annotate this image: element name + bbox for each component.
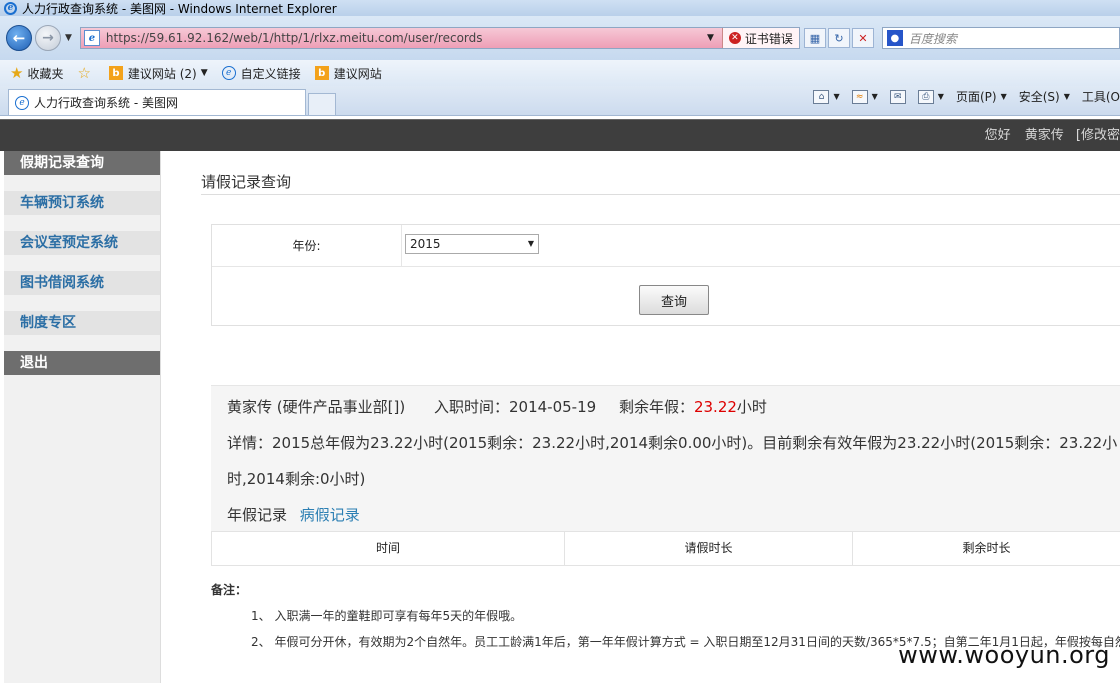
site-header: 您好 黄家传 [修改密 (0, 120, 1120, 151)
sidebar-item-logout[interactable]: 退出 (4, 351, 160, 375)
tools-menu-label: 工具(O (1081, 90, 1120, 104)
sidebar-item-vehicle-booking[interactable]: 车辆预订系统 (4, 191, 160, 215)
change-password-link[interactable]: [修改密 (1076, 128, 1120, 143)
sidebar-item-library[interactable]: 图书借阅系统 (4, 271, 160, 295)
ie-logo-icon: e (4, 1, 17, 15)
title-divider (201, 194, 1120, 195)
favorite-custom-links[interactable]: e 自定义链接 (221, 65, 301, 82)
baidu-icon: ● (886, 30, 903, 46)
hire-date-value: 2014-05-19 (508, 398, 597, 416)
home-button[interactable]: ⌂ ▼ (813, 89, 840, 104)
watermark: www.wooyun.org (898, 641, 1110, 669)
tab-title: 人力行政查询系统 - 美图网 (34, 96, 178, 110)
favorite-suggested-sites-2[interactable]: b 建议网站 (314, 65, 382, 82)
favorite-label: 建议网站 (2) (127, 66, 197, 81)
tab-bar: e 人力行政查询系统 - 美图网 ⌂ ▼ ≈ ▼ ✉ ⎙ ▼ 页面(P) ▼ 安全(S)… (0, 86, 1120, 116)
print-button[interactable]: ⎙ ▼ (917, 89, 944, 104)
url-text[interactable]: https://59.61.92.162/web/1/http/1/rlxz.m… (106, 31, 707, 45)
certificate-error-button[interactable]: ✕ 证书错误 (721, 28, 799, 48)
chevron-down-icon: ▼ (527, 239, 534, 248)
bing-icon: b (314, 66, 329, 80)
navigation-bar: ← → ▼ e https://59.61.92.162/web/1/http/… (0, 16, 1120, 60)
command-bar: ⌂ ▼ ≈ ▼ ✉ ⎙ ▼ 页面(P) ▼ 安全(S) ▼ 工具(O (813, 88, 1120, 105)
address-bar[interactable]: e https://59.61.92.162/web/1/http/1/rlxz… (79, 27, 800, 49)
user-name: 黄家传 (1024, 128, 1064, 143)
address-dropdown-icon[interactable]: ▼ (707, 33, 714, 43)
main-content: 请假记录查询 年份: 2015 ▼ 查询 黄家传 (硬件产品事业部[]) 入职时… (161, 151, 1120, 683)
query-form: 年份: 2015 ▼ 查询 (211, 224, 1120, 326)
favorites-star-icon: ★ (10, 64, 24, 82)
web-page: 您好 黄家传 [修改密 假期记录查询 车辆预订系统 会议室预定系统 图书借阅系统… (0, 119, 1120, 683)
feeds-button[interactable]: ≈ ▼ (851, 89, 878, 104)
rss-icon: ≈ (851, 89, 868, 104)
sidebar: 假期记录查询 车辆预订系统 会议室预定系统 图书借阅系统 制度专区 退出 (4, 151, 161, 683)
hire-date-label: 入职时间： (433, 398, 509, 416)
year-select[interactable]: 2015 ▼ (405, 234, 539, 254)
refresh-icon[interactable]: ↻ (827, 28, 850, 48)
home-icon: ⌂ (813, 89, 830, 104)
forward-button[interactable]: → (35, 25, 61, 51)
bing-icon: b (108, 66, 123, 80)
stop-icon[interactable]: ✕ (851, 28, 874, 48)
favorites-bar: ★ 收藏夹 ☆ b 建议网站 (2) ▼ e 自定义链接 b 建议网站 (0, 60, 1120, 86)
column-header-time: 时间 (212, 532, 565, 565)
note-item: 1、 入职满一年的童鞋即可享有每年5天的年假哦。 (251, 609, 523, 623)
mail-button[interactable]: ✉ (889, 89, 906, 104)
leave-detail-line1: 详情：2015总年假为23.22小时(2015剩余：23.22小时,2014剩余… (227, 434, 1118, 452)
year-row: 年份: 2015 ▼ (212, 225, 1120, 267)
leave-info-panel: 黄家传 (硬件产品事业部[]) 入职时间：2014-05-19 剩余年假：23.… (211, 385, 1120, 566)
notes-title: 备注： (211, 583, 248, 597)
page-menu-label: 页面(P) (955, 90, 997, 104)
safety-menu-label: 安全(S) (1018, 90, 1060, 104)
leave-detail-line2: 时,2014剩余:0小时) (227, 470, 366, 488)
ie-page-icon: e (221, 66, 236, 80)
employee-summary: 黄家传 (硬件产品事业部[]) 入职时间：2014-05-19 剩余年假：23.… (227, 396, 767, 417)
tools-menu[interactable]: 工具(O (1082, 88, 1120, 105)
new-tab-button[interactable] (308, 93, 336, 115)
chevron-down-icon: ▼ (200, 68, 208, 78)
tab-current[interactable]: e 人力行政查询系统 - 美图网 (8, 89, 306, 115)
column-header-remaining: 剩余时长 (962, 541, 1011, 555)
window-title: 人力行政查询系统 - 美图网 - Windows Internet Explor… (22, 1, 337, 16)
print-icon: ⎙ (917, 89, 934, 104)
search-box[interactable]: ● 百度搜索 (881, 27, 1120, 49)
search-placeholder: 百度搜索 (908, 31, 957, 46)
greeting-text: 您好 (984, 128, 1011, 143)
favorites-label: 收藏夹 (27, 66, 64, 81)
favorite-suggested-sites[interactable]: b 建议网站 (2) ▼ (108, 65, 208, 82)
sidebar-item-leave-records[interactable]: 假期记录查询 (4, 151, 160, 175)
cert-error-label: 证书错误 (744, 31, 793, 46)
query-button[interactable]: 查询 (639, 285, 709, 315)
page-menu[interactable]: 页面(P) ▼ (956, 88, 1007, 105)
sidebar-item-meeting-room[interactable]: 会议室预定系统 (4, 231, 160, 255)
sick-leave-link[interactable]: 病假记录 (300, 506, 360, 524)
remaining-leave-value: 23.22 (693, 398, 737, 416)
employee-name-dept: 黄家传 (硬件产品事业部[]) (227, 398, 406, 416)
favorites-button[interactable]: ★ 收藏夹 (10, 64, 63, 82)
compatibility-view-icon[interactable]: ▦ (803, 28, 826, 48)
leave-records-table: 时间 请假时长 剩余时长 (211, 531, 1120, 566)
favorite-label: 建议网站 (333, 66, 382, 81)
cert-error-icon: ✕ (728, 32, 741, 44)
mail-icon: ✉ (889, 89, 906, 104)
back-button[interactable]: ← (6, 25, 32, 51)
safety-menu[interactable]: 安全(S) ▼ (1019, 88, 1070, 105)
column-header-leave-duration: 请假时长 (565, 532, 853, 565)
sidebar-item-policies[interactable]: 制度专区 (4, 311, 160, 335)
ie-page-icon: e (15, 95, 29, 110)
page-icon: e (83, 30, 100, 46)
year-select-value: 2015 (410, 237, 441, 251)
favorite-label: 自定义链接 (240, 66, 301, 81)
window-titlebar: e 人力行政查询系统 - 美图网 - Windows Internet Expl… (0, 0, 1120, 16)
annual-leave-link[interactable]: 年假记录 (227, 506, 287, 524)
history-dropdown-icon[interactable]: ▼ (65, 33, 72, 43)
leave-type-links: 年假记录 病假记录 (227, 504, 360, 525)
remaining-leave-label: 剩余年假： (618, 398, 694, 416)
year-label: 年份: (212, 225, 402, 267)
page-title: 请假记录查询 (201, 173, 292, 191)
add-favorite-button[interactable]: ☆ (77, 64, 94, 82)
remaining-leave-unit: 小时 (736, 398, 767, 416)
add-favorite-icon: ☆ (77, 64, 91, 82)
